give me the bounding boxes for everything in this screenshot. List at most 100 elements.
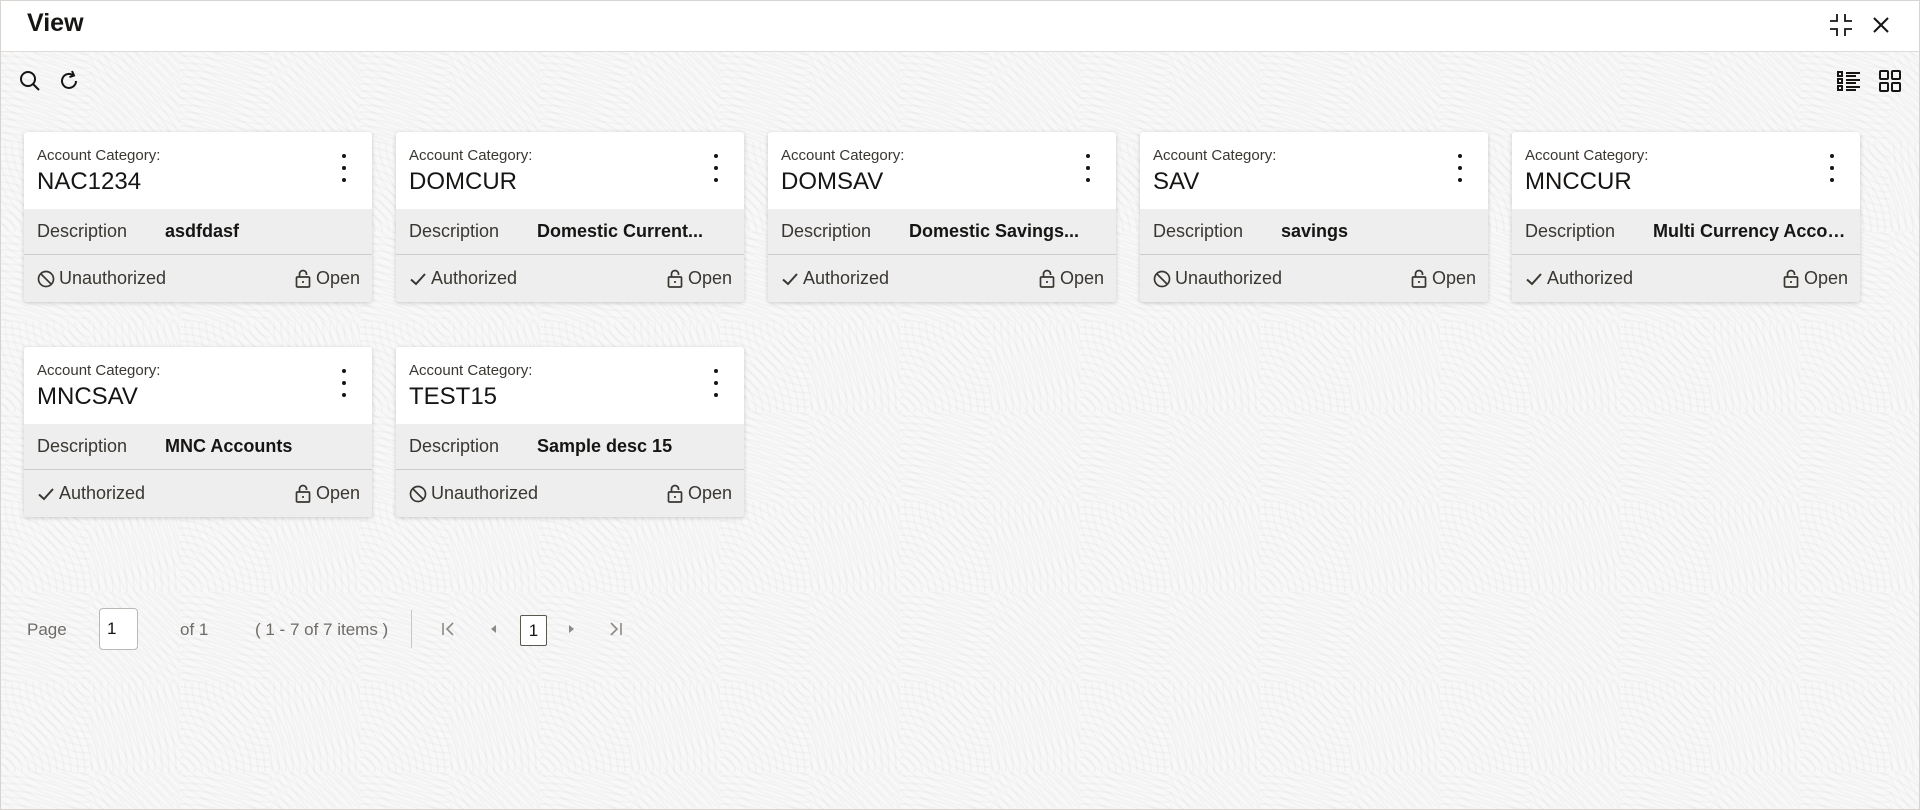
description-value: asdfdasf bbox=[165, 221, 240, 241]
record-status-text: Open bbox=[1803, 268, 1848, 288]
current-page-button[interactable]: 1 bbox=[520, 615, 547, 646]
authorization-status: Unauthorized bbox=[37, 268, 166, 289]
card-header: Account Category: MNCCUR bbox=[1512, 132, 1860, 209]
authorization-status-text: Unauthorized bbox=[1175, 268, 1283, 288]
card-description-row: Description savings bbox=[1140, 209, 1488, 255]
account-category-code: MNCSAV bbox=[37, 383, 138, 410]
account-category-label: Account Category: bbox=[1153, 147, 1277, 164]
authorization-status: Authorized bbox=[781, 268, 889, 289]
authorization-status: Authorized bbox=[1525, 268, 1633, 289]
account-category-card[interactable]: Account Category: NAC1234 Description as… bbox=[24, 132, 372, 302]
pagination: Page 1 of 1 ( 1 - 7 of 7 items ) 1 bbox=[0, 606, 900, 650]
window-header: View bbox=[0, 0, 1920, 52]
card-header: Account Category: NAC1234 bbox=[24, 132, 372, 209]
unlock-icon bbox=[667, 269, 683, 288]
unlock-icon bbox=[667, 484, 683, 503]
authorization-status-text: Authorized bbox=[431, 268, 518, 288]
next-page-icon[interactable] bbox=[560, 618, 582, 640]
authorization-status: Authorized bbox=[37, 483, 145, 504]
record-status: Open bbox=[667, 268, 732, 289]
card-status-row: Authorized Open bbox=[768, 255, 1116, 302]
more-options-icon[interactable] bbox=[1454, 154, 1466, 182]
authorization-status-text: Authorized bbox=[59, 483, 146, 503]
list-view-icon[interactable] bbox=[1834, 66, 1864, 96]
page-count-text: of 1 bbox=[180, 620, 209, 639]
record-status: Open bbox=[295, 268, 360, 289]
record-status: Open bbox=[1411, 268, 1476, 289]
grid-view-icon[interactable] bbox=[1875, 66, 1905, 96]
page-number-input[interactable]: 1 bbox=[99, 608, 138, 650]
account-category-card[interactable]: Account Category: SAV Description saving… bbox=[1140, 132, 1488, 302]
card-header: Account Category: DOMSAV bbox=[768, 132, 1116, 209]
card-status-row: Unauthorized Open bbox=[396, 470, 744, 517]
compress-icon[interactable] bbox=[1826, 10, 1856, 40]
card-description-row: Description asdfdasf bbox=[24, 209, 372, 255]
record-status-text: Open bbox=[1059, 268, 1104, 288]
account-category-card[interactable]: Account Category: DOMCUR Description Dom… bbox=[396, 132, 744, 302]
description-label: Description bbox=[37, 436, 128, 456]
card-status-row: Authorized Open bbox=[24, 470, 372, 517]
description-value: savings bbox=[1281, 221, 1349, 241]
unlock-icon bbox=[295, 269, 311, 288]
more-options-icon[interactable] bbox=[1826, 154, 1838, 182]
card-description-row: Description Multi Currency Accou... bbox=[1512, 209, 1860, 255]
record-status: Open bbox=[667, 483, 732, 504]
unauthorized-icon bbox=[409, 485, 427, 503]
card-header: Account Category: MNCSAV bbox=[24, 347, 372, 424]
account-category-code: DOMSAV bbox=[781, 168, 884, 195]
card-description-row: Description Domestic Current... bbox=[396, 209, 744, 255]
record-status: Open bbox=[1039, 268, 1104, 289]
more-options-icon[interactable] bbox=[338, 369, 350, 397]
check-icon bbox=[409, 270, 427, 288]
description-value: Sample desc 15 bbox=[537, 436, 673, 456]
unlock-icon bbox=[1783, 269, 1799, 288]
more-options-icon[interactable] bbox=[710, 369, 722, 397]
unlock-icon bbox=[1411, 269, 1427, 288]
account-category-label: Account Category: bbox=[409, 362, 533, 379]
account-category-card[interactable]: Account Category: MNCCUR Description Mul… bbox=[1512, 132, 1860, 302]
card-description-row: Description Sample desc 15 bbox=[396, 424, 744, 470]
account-category-card[interactable]: Account Category: TEST15 Description Sam… bbox=[396, 347, 744, 517]
more-options-icon[interactable] bbox=[1082, 154, 1094, 182]
authorization-status-text: Authorized bbox=[803, 268, 890, 288]
refresh-icon[interactable] bbox=[54, 66, 84, 96]
page-label: Page bbox=[27, 620, 67, 639]
close-icon[interactable] bbox=[1866, 10, 1896, 40]
account-category-label: Account Category: bbox=[1525, 147, 1649, 164]
account-category-code: SAV bbox=[1153, 168, 1200, 195]
check-icon bbox=[1525, 270, 1543, 288]
last-page-icon[interactable] bbox=[604, 618, 626, 640]
description-value: Domestic Current... bbox=[537, 221, 704, 241]
more-options-icon[interactable] bbox=[338, 154, 350, 182]
authorization-status: Authorized bbox=[409, 268, 517, 289]
check-icon bbox=[37, 485, 55, 503]
account-category-code: NAC1234 bbox=[37, 168, 142, 195]
card-description-row: Description MNC Accounts bbox=[24, 424, 372, 470]
first-page-icon[interactable] bbox=[438, 618, 460, 640]
record-status: Open bbox=[295, 483, 360, 504]
authorization-status: Unauthorized bbox=[1153, 268, 1282, 289]
item-range-text: ( 1 - 7 of 7 items ) bbox=[255, 620, 389, 639]
authorization-status-text: Authorized bbox=[1547, 268, 1634, 288]
more-options-icon[interactable] bbox=[710, 154, 722, 182]
record-status-text: Open bbox=[315, 268, 360, 288]
record-status-text: Open bbox=[1431, 268, 1476, 288]
description-label: Description bbox=[37, 221, 128, 241]
account-category-label: Account Category: bbox=[409, 147, 533, 164]
search-icon[interactable] bbox=[15, 66, 45, 96]
card-header: Account Category: TEST15 bbox=[396, 347, 744, 424]
account-category-card[interactable]: Account Category: DOMSAV Description Dom… bbox=[768, 132, 1116, 302]
card-header: Account Category: DOMCUR bbox=[396, 132, 744, 209]
record-status-text: Open bbox=[687, 483, 732, 503]
unauthorized-icon bbox=[37, 270, 55, 288]
authorization-status-text: Unauthorized bbox=[431, 483, 539, 503]
card-status-row: Authorized Open bbox=[1512, 255, 1860, 302]
account-category-card[interactable]: Account Category: MNCSAV Description MNC… bbox=[24, 347, 372, 517]
previous-page-icon[interactable] bbox=[483, 618, 505, 640]
card-status-row: Unauthorized Open bbox=[24, 255, 372, 302]
account-category-label: Account Category: bbox=[37, 362, 161, 379]
unauthorized-icon bbox=[1153, 270, 1171, 288]
description-value: MNC Accounts bbox=[165, 436, 293, 456]
description-label: Description bbox=[1153, 221, 1244, 241]
record-status: Open bbox=[1783, 268, 1848, 289]
